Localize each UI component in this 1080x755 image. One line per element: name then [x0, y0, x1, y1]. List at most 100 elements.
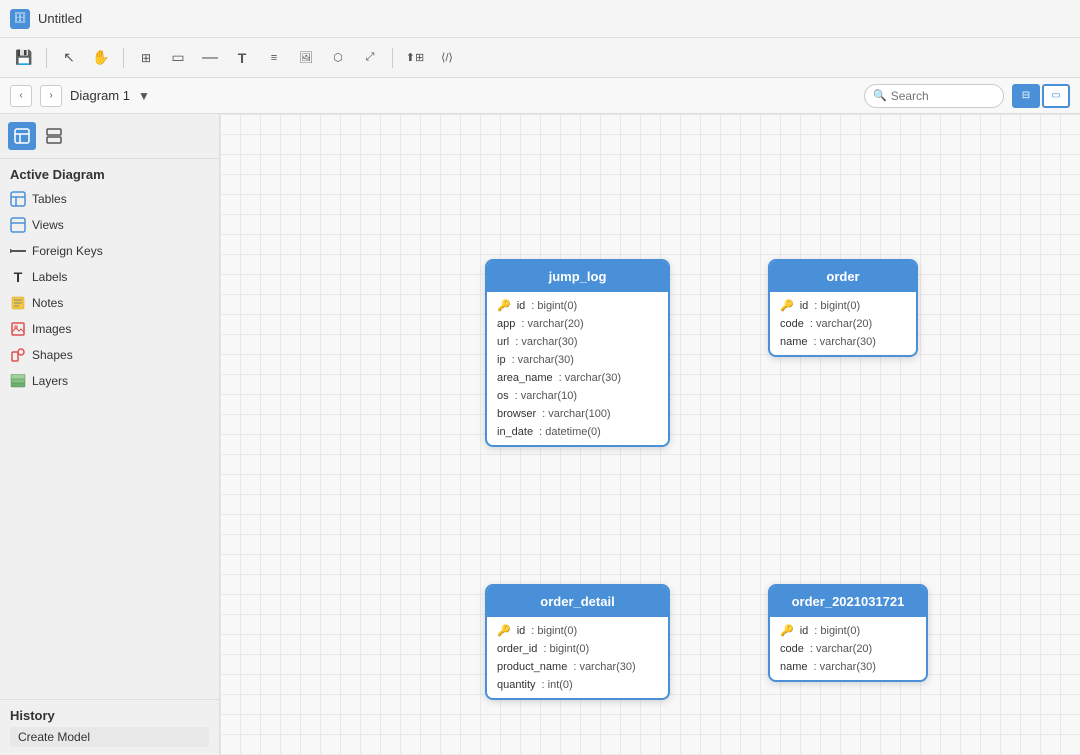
sidebar-item-shapes[interactable]: Shapes: [0, 342, 219, 368]
table-order[interactable]: order 🔑 id : bigint(0) code: varchar(20)…: [768, 259, 918, 357]
app-icon: 🗄: [10, 9, 30, 29]
table-jump-log-body: 🔑 id : bigint(0) app: varchar(20) url: v…: [487, 292, 668, 445]
table-row: 🔑 id : bigint(0): [487, 621, 668, 640]
diagram-canvas[interactable]: jump_log 🔑 id : bigint(0) app: varchar(2…: [220, 114, 1080, 755]
search-input[interactable]: [891, 89, 995, 103]
shapes-icon: [10, 347, 26, 363]
key-icon: 🔑: [497, 299, 511, 312]
diagram-label: Diagram 1: [70, 88, 130, 103]
table-row: product_name: varchar(30): [487, 658, 668, 676]
divider-1: [46, 48, 47, 68]
tables-icon: [10, 191, 26, 207]
image-button[interactable]: 🖼: [292, 44, 320, 72]
insert-table-button[interactable]: ⊞: [132, 44, 160, 72]
foreign-keys-icon: [10, 243, 26, 259]
main-layout: Active Diagram Tables Views Foreign Keys: [0, 114, 1080, 755]
key-icon: 🔑: [780, 299, 794, 312]
sidebar-item-layers[interactable]: Layers: [0, 368, 219, 394]
sidebar: Active Diagram Tables Views Foreign Keys: [0, 114, 220, 755]
sidebar-item-views[interactable]: Views: [0, 212, 219, 238]
sidebar-item-labels[interactable]: T Labels: [0, 264, 219, 290]
save-button[interactable]: 💾: [10, 44, 38, 72]
notes-label: Notes: [32, 296, 63, 310]
sidebar-view-btn-2[interactable]: [40, 122, 68, 150]
sidebar-item-images[interactable]: Images: [0, 316, 219, 342]
history-section: History Create Model: [0, 699, 219, 755]
key-icon: 🔑: [780, 624, 794, 637]
table-order-detail-body: 🔑 id : bigint(0) order_id: bigint(0) pro…: [487, 617, 668, 698]
shape-button[interactable]: ⬡: [324, 44, 352, 72]
table-row: code: varchar(20): [770, 640, 926, 658]
table-row: 🔑 id : bigint(0): [487, 296, 668, 315]
table-row: order_id: bigint(0): [487, 640, 668, 658]
history-item[interactable]: Create Model: [10, 727, 209, 747]
table-jump-log-header: jump_log: [487, 261, 668, 292]
divider-3: [392, 48, 393, 68]
views-icon: [10, 217, 26, 233]
labels-icon: T: [10, 269, 26, 285]
text-button[interactable]: T: [228, 44, 256, 72]
fit-button[interactable]: ⤢: [356, 44, 384, 72]
table-row: os: varchar(10): [487, 387, 668, 405]
window-title: Untitled: [38, 11, 82, 26]
sidebar-item-foreign-keys[interactable]: Foreign Keys: [0, 238, 219, 264]
label-button[interactable]: ≡: [260, 44, 288, 72]
insert-view-button[interactable]: ▭: [164, 44, 192, 72]
table-order-detail-header: order_detail: [487, 586, 668, 617]
hand-tool-button[interactable]: ✋: [87, 44, 115, 72]
code-button[interactable]: ⟨/⟩: [433, 44, 461, 72]
search-icon: 🔍: [873, 89, 887, 102]
labels-label: Labels: [32, 270, 67, 284]
table-row: in_date: datetime(0): [487, 423, 668, 441]
table-row: 🔑 id : bigint(0): [770, 296, 916, 315]
images-icon: [10, 321, 26, 337]
sub-toolbar-right: 🔍 ⊟ ▭: [864, 84, 1070, 108]
table-row: name: varchar(30): [770, 658, 926, 676]
shapes-label: Shapes: [32, 348, 73, 362]
table-order-body: 🔑 id : bigint(0) code: varchar(20) name:…: [770, 292, 916, 355]
table-order-2021031721-body: 🔑 id : bigint(0) code: varchar(20) name:…: [770, 617, 926, 680]
sidebar-top-icons: [0, 114, 219, 159]
select-tool-button[interactable]: ↖: [55, 44, 83, 72]
prev-diagram-button[interactable]: ‹: [10, 85, 32, 107]
next-diagram-button[interactable]: ›: [40, 85, 62, 107]
sidebar-item-notes[interactable]: Notes: [0, 290, 219, 316]
images-label: Images: [32, 322, 71, 336]
table-order-detail[interactable]: order_detail 🔑 id : bigint(0) order_id: …: [485, 584, 670, 700]
table-order-header: order: [770, 261, 916, 292]
table-row: area_name: varchar(30): [487, 369, 668, 387]
table-row: code: varchar(20): [770, 315, 916, 333]
sidebar-view-btn-1[interactable]: [8, 122, 36, 150]
diagram-nav: ‹ › Diagram 1 ▼: [10, 85, 150, 107]
search-box[interactable]: 🔍: [864, 84, 1004, 108]
split-view-button[interactable]: ⊟: [1012, 84, 1040, 108]
tables-label: Tables: [32, 192, 67, 206]
foreign-keys-label: Foreign Keys: [32, 244, 103, 258]
sub-toolbar: ‹ › Diagram 1 ▼ 🔍 ⊟ ▭: [0, 78, 1080, 114]
table-row: url: varchar(30): [487, 333, 668, 351]
divider-2: [123, 48, 124, 68]
table-order-2021031721[interactable]: order_2021031721 🔑 id : bigint(0) code: …: [768, 584, 928, 682]
views-label: Views: [32, 218, 64, 232]
table-row: quantity: int(0): [487, 676, 668, 694]
layers-label: Layers: [32, 374, 68, 388]
table-order-2021031721-header: order_2021031721: [770, 586, 926, 617]
view-toggle: ⊟ ▭: [1012, 84, 1070, 108]
sidebar-item-tables[interactable]: Tables: [0, 186, 219, 212]
table-jump-log[interactable]: jump_log 🔑 id : bigint(0) app: varchar(2…: [485, 259, 670, 447]
main-toolbar: 💾 ↖ ✋ ⊞ ▭ — T ≡ 🖼 ⬡ ⤢ ⬆⊞ ⟨/⟩: [0, 38, 1080, 78]
notes-icon: [10, 295, 26, 311]
sidebar-items: Tables Views Foreign Keys T Labels: [0, 186, 219, 699]
table-row: browser: varchar(100): [487, 405, 668, 423]
sidebar-section-title: Active Diagram: [0, 159, 219, 186]
diagram-dropdown-icon[interactable]: ▼: [138, 89, 150, 103]
draw-line-button[interactable]: —: [196, 44, 224, 72]
table-row: 🔑 id : bigint(0): [770, 621, 926, 640]
export-button[interactable]: ⬆⊞: [401, 44, 429, 72]
table-row: ip: varchar(30): [487, 351, 668, 369]
table-row: name: varchar(30): [770, 333, 916, 351]
title-bar: 🗄 Untitled: [0, 0, 1080, 38]
full-view-button[interactable]: ▭: [1042, 84, 1070, 108]
history-title: History: [10, 708, 209, 723]
table-row: app: varchar(20): [487, 315, 668, 333]
